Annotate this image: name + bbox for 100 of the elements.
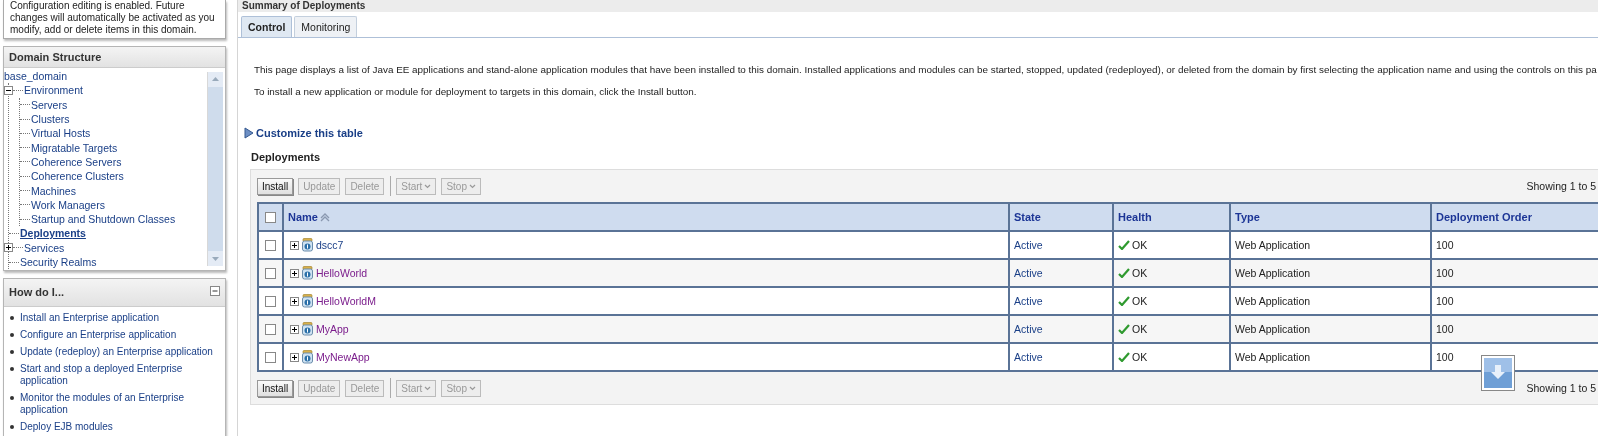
- tree-item[interactable]: Environment: [24, 84, 83, 97]
- caret-icon: [469, 183, 476, 189]
- application-link[interactable]: MyNewApp: [316, 351, 370, 363]
- state-link[interactable]: Active: [1014, 239, 1043, 251]
- column-header[interactable]: Name: [283, 203, 1009, 231]
- table-cell: OK: [1132, 351, 1148, 363]
- tree-item[interactable]: Security Realms: [20, 256, 97, 268]
- checkbox[interactable]: [265, 240, 276, 252]
- help-link[interactable]: Start and stop a deployed Enterprise application: [20, 363, 225, 387]
- application-icon: [302, 322, 313, 336]
- pagination-text: Showing 1 to 5: [1526, 382, 1596, 394]
- table-cell: OK: [1132, 267, 1148, 279]
- caret-icon: [469, 385, 476, 391]
- expand-icon[interactable]: [290, 268, 299, 278]
- state-link[interactable]: Active: [1014, 351, 1043, 363]
- table-title: Deployments: [251, 151, 322, 163]
- checkbox[interactable]: [265, 212, 276, 224]
- tree-item[interactable]: base_domain: [4, 70, 68, 83]
- state-link[interactable]: Active: [1014, 323, 1043, 335]
- checkmark-icon: [1118, 352, 1130, 362]
- state-link[interactable]: Active: [1014, 295, 1043, 307]
- caret-icon: [424, 385, 432, 391]
- tree-item[interactable]: Deployments: [20, 227, 86, 240]
- help-link[interactable]: Monitor the modules of an Enterprise application: [20, 392, 225, 416]
- table-cell: Web Application: [1235, 351, 1311, 363]
- tab[interactable]: Monitoring: [294, 16, 358, 37]
- checkbox[interactable]: [265, 296, 276, 308]
- table-cell: 100: [1436, 239, 1454, 251]
- collapse-icon[interactable]: [4, 85, 13, 95]
- pagination-text: Showing 1 to 5: [1526, 180, 1596, 192]
- tree-item[interactable]: Work Managers: [31, 198, 105, 211]
- table-cell: Web Application: [1235, 323, 1311, 335]
- expand-icon[interactable]: [290, 324, 299, 334]
- table-cell: OK: [1132, 295, 1148, 307]
- bullet-icon: [10, 316, 14, 320]
- application-link[interactable]: HelloWorld: [316, 267, 368, 279]
- checkmark-icon: [1118, 296, 1130, 306]
- column-header[interactable]: Health: [1113, 203, 1230, 231]
- bullet-icon: [10, 350, 14, 354]
- tree-item[interactable]: Clusters: [31, 113, 70, 126]
- scroll-down-icon[interactable]: [208, 251, 223, 266]
- panel-header-title: How do I...: [9, 286, 64, 298]
- help-link[interactable]: Configure an Enterprise application: [20, 329, 177, 341]
- checkbox[interactable]: [265, 324, 276, 336]
- application-link[interactable]: HelloWorldM: [316, 295, 376, 307]
- tree-item[interactable]: Coherence Clusters: [31, 170, 124, 183]
- description-text: This page displays a list of Java EE applications and stand-alone application modules that have been installed to this domain. Installed applications and modules can be started, stopped, updated (redeployed), or deleted from the domain by first selecting the application name and using the controls on this pa: [253, 63, 1598, 76]
- bullet-icon: [10, 333, 14, 337]
- panel-header: Domain Structure: [4, 47, 225, 68]
- application-link[interactable]: MyApp: [316, 323, 349, 335]
- checkbox[interactable]: [265, 268, 276, 280]
- table-cell: 100: [1436, 295, 1454, 307]
- expand-icon[interactable]: [290, 240, 299, 250]
- table-cell: 100: [1436, 323, 1454, 335]
- table-cell: 100: [1436, 267, 1454, 279]
- sort-icon[interactable]: [319, 212, 330, 222]
- tab[interactable]: Control: [241, 16, 293, 37]
- application-icon: [302, 294, 313, 308]
- tree-item[interactable]: Coherence Servers: [31, 155, 122, 168]
- bullet-icon: [10, 396, 14, 400]
- checkmark-icon: [1118, 324, 1130, 334]
- expand-icon[interactable]: [290, 352, 299, 362]
- toolbar-button[interactable]: Install: [257, 177, 294, 195]
- table-cell: Web Application: [1235, 295, 1311, 307]
- application-link[interactable]: dscc7: [316, 239, 344, 251]
- tree-item[interactable]: Servers: [31, 98, 68, 111]
- bullet-icon: [10, 367, 14, 371]
- table-cell: Web Application: [1235, 267, 1311, 279]
- table-cell: OK: [1132, 323, 1148, 335]
- tree-item[interactable]: Services: [24, 241, 65, 254]
- scrollbar[interactable]: [207, 72, 223, 266]
- toolbar-button[interactable]: Install: [257, 379, 294, 397]
- customize-link[interactable]: Customize this table: [256, 127, 363, 139]
- checkbox[interactable]: [265, 352, 276, 364]
- expand-icon[interactable]: [290, 296, 299, 306]
- tree-item[interactable]: Migratable Targets: [31, 141, 118, 154]
- help-link[interactable]: Update (redeploy) an Enterprise application: [20, 346, 213, 358]
- help-link[interactable]: Deploy EJB modules: [20, 421, 113, 433]
- bullet-icon: [10, 425, 14, 429]
- tree-item[interactable]: Virtual Hosts: [31, 127, 91, 140]
- triangle-right-icon[interactable]: [244, 127, 254, 139]
- table-cell: Web Application: [1235, 239, 1311, 251]
- column-header[interactable]: Type: [1230, 203, 1431, 231]
- column-header[interactable]: Deployment Order: [1431, 203, 1598, 231]
- application-icon: [302, 350, 313, 364]
- column-header[interactable]: State: [1009, 203, 1113, 231]
- download-arrow-button[interactable]: [1481, 355, 1515, 391]
- help-link[interactable]: Install an Enterprise application: [20, 312, 159, 324]
- tree-item[interactable]: Startup and Shutdown Classes: [31, 213, 176, 226]
- state-link[interactable]: Active: [1014, 267, 1043, 279]
- checkmark-icon: [1118, 268, 1130, 278]
- page-title: Summary of Deployments: [238, 0, 1598, 12]
- description-text: To install a new application or module for deployment to targets in this domain, click the Install button.: [253, 85, 698, 98]
- scroll-up-icon[interactable]: [208, 72, 223, 87]
- expand-icon[interactable]: [4, 243, 13, 253]
- caret-icon: [424, 183, 432, 189]
- application-icon: [302, 238, 313, 252]
- application-icon: [302, 266, 313, 280]
- checkmark-icon: [1118, 240, 1130, 250]
- tree-item[interactable]: Machines: [31, 184, 76, 197]
